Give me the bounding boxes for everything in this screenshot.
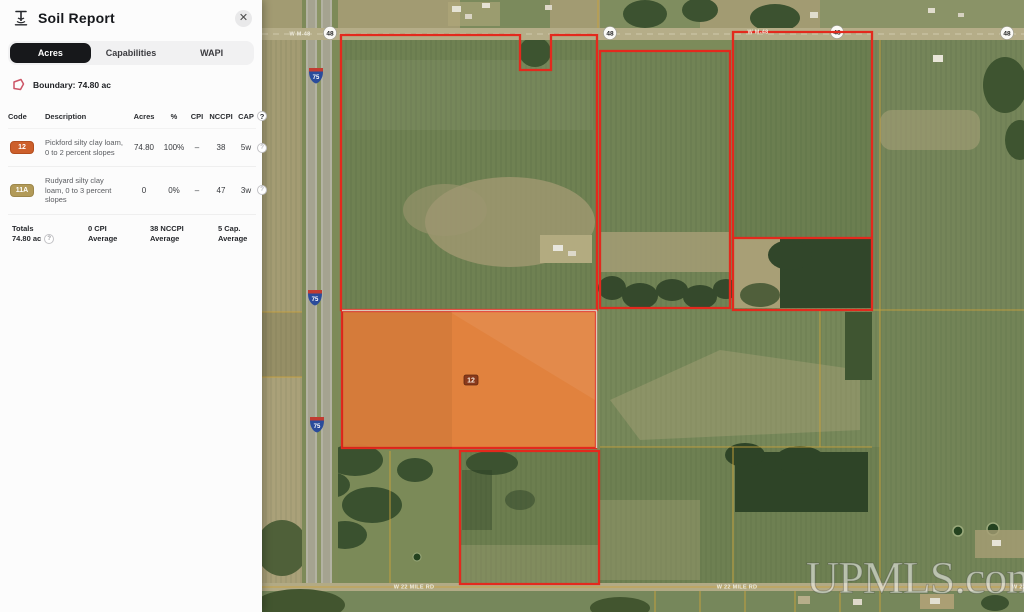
table-header-row: Code Description Acres % CPI NCCPI CAP ?: [8, 105, 256, 129]
soil-code-badge: 11A: [10, 184, 34, 197]
tab-acres[interactable]: Acres: [10, 43, 91, 63]
road-label-m48: W M-48: [289, 32, 310, 38]
tab-capabilities[interactable]: Capabilities: [91, 43, 172, 63]
cell-acres: 74.80: [128, 143, 160, 152]
help-icon[interactable]: ?: [44, 234, 54, 244]
totals-nccpi: 38 NCCPI Average: [150, 224, 216, 244]
close-icon: ✕: [239, 11, 248, 26]
svg-text:75: 75: [312, 297, 319, 303]
header-description: Description: [45, 112, 127, 121]
panel-header: Soil Report ✕: [0, 0, 262, 33]
totals-cpi: 0 CPI Average: [88, 224, 148, 244]
help-icon[interactable]: ?: [257, 111, 267, 121]
cell-nccpi: 38: [207, 143, 235, 152]
watermark: UPMLS.com: [806, 552, 1024, 603]
svg-text:48: 48: [1003, 31, 1011, 38]
soil-description: Rudyard silty clay loam, 0 to 3 percent …: [45, 176, 127, 205]
tab-bar: Acres Capabilities WAPI: [8, 41, 254, 65]
help-icon[interactable]: ?: [257, 143, 267, 153]
road-label-m48: W M-48: [747, 30, 768, 36]
page-title: Soil Report: [38, 10, 235, 26]
header-nccpi: NCCPI: [207, 112, 235, 121]
route-48-shield: 48: [324, 27, 337, 40]
soil-code-badge-label: 12: [467, 378, 475, 385]
header-cpi: CPI: [188, 112, 206, 121]
cell-cpi: –: [188, 143, 206, 152]
road-label-22-mile: W 22 MILE RD: [394, 585, 435, 591]
soil-code-badge: 12: [10, 141, 34, 154]
cell-cpi: –: [188, 186, 206, 195]
header-percent: %: [161, 112, 187, 121]
tab-wapi[interactable]: WAPI: [171, 43, 252, 63]
header-cap: CAP: [236, 112, 256, 121]
route-48-shield: 48: [1001, 27, 1014, 40]
route-48-shield: 48: [604, 27, 617, 40]
cell-percent: 0%: [161, 186, 187, 195]
totals-acres: Totals 74.80 ac ?: [12, 224, 86, 244]
soil-auger-icon: [12, 9, 30, 27]
road-label-22-mile: W 22 MILE RD: [717, 585, 758, 591]
selected-soil-polygon[interactable]: 12: [342, 311, 597, 449]
table-row[interactable]: 11A Rudyard silty clay loam, 0 to 3 perc…: [8, 167, 256, 215]
soil-report-panel: Soil Report ✕ Acres Capabilities WAPI Bo…: [0, 0, 262, 612]
totals-row: Totals 74.80 ac ? 0 CPI Average 38 NCCPI…: [8, 215, 256, 244]
boundary-summary: Boundary: 74.80 ac: [0, 65, 262, 101]
table-row[interactable]: 12 Pickford silty clay loam, 0 to 2 perc…: [8, 129, 256, 167]
soil-table: Code Description Acres % CPI NCCPI CAP ?…: [0, 101, 262, 244]
cell-acres: 0: [128, 186, 160, 195]
totals-cap: 5 Cap. Average: [218, 224, 272, 244]
svg-text:75: 75: [314, 424, 321, 430]
svg-text:48: 48: [326, 31, 334, 38]
cell-cap: 3w: [236, 186, 256, 195]
interstate-highway: [302, 0, 338, 612]
header-code: Code: [8, 112, 44, 121]
cell-nccpi: 47: [207, 186, 235, 195]
svg-text:48: 48: [606, 31, 614, 38]
boundary-acreage-label: Boundary: 74.80 ac: [33, 80, 111, 90]
cell-percent: 100%: [161, 143, 187, 152]
cell-cap: 5w: [236, 143, 256, 152]
soil-description: Pickford silty clay loam, 0 to 2 percent…: [45, 138, 127, 157]
close-button[interactable]: ✕: [235, 10, 252, 27]
boundary-polygon-icon: [12, 78, 25, 91]
header-acres: Acres: [128, 112, 160, 121]
svg-text:75: 75: [313, 75, 320, 81]
